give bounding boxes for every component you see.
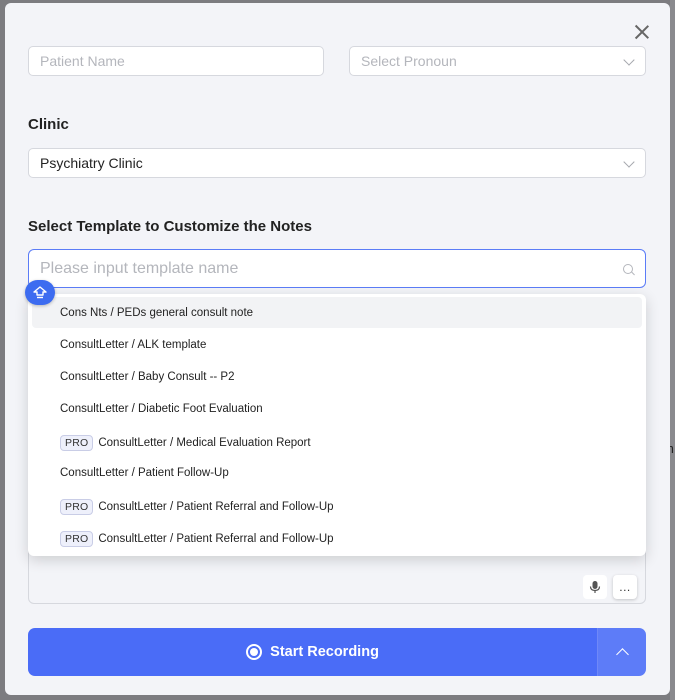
pro-badge: PRO bbox=[60, 434, 94, 451]
start-recording-button[interactable]: Start Recording bbox=[28, 628, 598, 676]
new-session-modal: Select Pronoun Clinic Psychiatry Clinic … bbox=[5, 3, 670, 695]
microphone-icon bbox=[589, 581, 601, 593]
template-option[interactable]: PRO ConsultLetter / Patient Referral and… bbox=[32, 491, 642, 522]
clinic-value: Psychiatry Clinic bbox=[40, 155, 143, 171]
template-option[interactable]: Cons Nts / PEDs general consult note bbox=[32, 297, 642, 328]
pronoun-placeholder: Select Pronoun bbox=[361, 53, 457, 69]
patient-name-input[interactable] bbox=[40, 53, 323, 69]
template-option-label: Cons Nts / PEDs general consult note bbox=[60, 306, 254, 319]
microphone-button[interactable] bbox=[583, 575, 607, 599]
chevron-down-icon bbox=[623, 156, 635, 168]
start-recording-label: Start Recording bbox=[270, 644, 379, 660]
clinic-label: Clinic bbox=[28, 116, 69, 133]
chevron-down-icon bbox=[623, 54, 635, 66]
template-option[interactable]: ConsultLetter / Patient Follow-Up bbox=[32, 457, 642, 488]
template-option[interactable]: ConsultLetter / ALK template bbox=[32, 329, 642, 360]
template-option-label: ConsultLetter / Patient Referral and Fol… bbox=[98, 532, 334, 545]
record-icon bbox=[246, 644, 263, 660]
template-label: Select Template to Customize the Notes bbox=[28, 218, 312, 235]
template-option[interactable]: PRO ConsultLetter / Medical Evaluation R… bbox=[32, 427, 642, 458]
template-option-label: ConsultLetter / Patient Follow-Up bbox=[60, 466, 229, 479]
more-options-button[interactable]: ... bbox=[613, 575, 637, 599]
recording-options-button[interactable] bbox=[597, 628, 646, 676]
background-page-edge bbox=[670, 0, 675, 700]
chevron-up-icon bbox=[615, 648, 629, 661]
template-dropdown: Cons Nts / PEDs general consult note Con… bbox=[28, 294, 646, 556]
template-option-label: ConsultLetter / ALK template bbox=[60, 338, 207, 351]
template-option-label: ConsultLetter / Baby Consult -- P2 bbox=[60, 370, 235, 383]
pro-badge: PRO bbox=[60, 530, 94, 547]
clinic-select[interactable]: Psychiatry Clinic bbox=[28, 148, 646, 178]
template-search-field[interactable] bbox=[28, 249, 646, 288]
template-option[interactable]: ConsultLetter / Baby Consult -- P2 bbox=[32, 361, 642, 392]
pro-badge: PRO bbox=[60, 498, 94, 515]
search-icon bbox=[623, 264, 633, 274]
close-icon[interactable] bbox=[632, 22, 652, 42]
template-option-label: ConsultLetter / Medical Evaluation Repor… bbox=[98, 436, 311, 449]
patient-name-field[interactable] bbox=[28, 46, 324, 76]
recording-button-group: Start Recording bbox=[28, 628, 646, 676]
template-option[interactable]: PRO ConsultLetter / Patient Referral and… bbox=[32, 523, 642, 554]
template-option-label: ConsultLetter / Patient Referral and Fol… bbox=[98, 500, 334, 513]
upgrade-badge-icon[interactable] bbox=[25, 280, 55, 305]
template-search-input[interactable] bbox=[40, 259, 600, 278]
pronoun-select[interactable]: Select Pronoun bbox=[349, 46, 646, 76]
template-option[interactable]: ConsultLetter / Diabetic Foot Evaluation bbox=[32, 393, 642, 424]
upgrade-arrow-icon bbox=[33, 285, 47, 298]
template-option-label: ConsultLetter / Diabetic Foot Evaluation bbox=[60, 402, 263, 415]
